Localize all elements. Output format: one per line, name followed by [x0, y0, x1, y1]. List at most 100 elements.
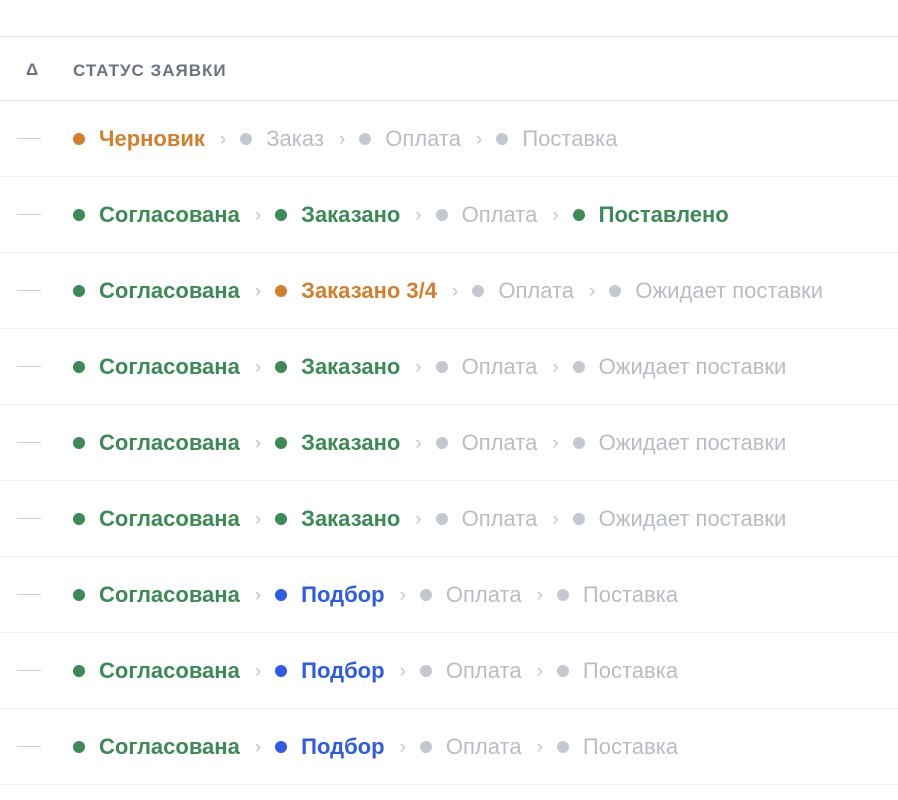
delta-empty-dash — [17, 214, 41, 215]
status-step: Заказано — [275, 432, 400, 454]
status-pipeline: Согласована › Подбор › Оплата › Поставка — [73, 709, 678, 785]
status-step-label: Ожидает поставки — [635, 278, 824, 303]
status-dot-icon — [73, 665, 85, 677]
chevron-right-icon: › — [552, 508, 559, 530]
status-dot-icon — [275, 513, 288, 525]
chevron-right-icon: › — [415, 356, 422, 378]
status-dot-icon — [435, 437, 448, 449]
status-pipeline: Согласована › Заказано › Оплата › Поставлено — [73, 177, 729, 253]
chevron-right-icon: › — [254, 204, 262, 226]
delta-empty-dash — [17, 594, 41, 595]
status-step: Согласована — [73, 508, 240, 530]
status-step: Оплата — [435, 204, 537, 226]
status-dot-icon — [73, 285, 85, 297]
status-dot-icon — [73, 437, 85, 449]
status-step-label: Заказ — [266, 126, 324, 151]
status-step-label: Подбор — [301, 582, 385, 607]
status-step-label: Поставка — [522, 126, 618, 151]
column-header-status[interactable]: СТАТУС ЗАЯВКИ — [73, 61, 227, 81]
chevron-right-icon: › — [254, 432, 262, 454]
status-step: Заказано — [275, 356, 400, 378]
chevron-right-icon: › — [254, 508, 262, 530]
status-dot-icon — [419, 665, 432, 677]
status-dot-icon — [419, 589, 432, 601]
table-row[interactable]: Согласована › Заказано › Оплата › Поставлено — [0, 177, 898, 253]
status-step: Поставка — [496, 128, 617, 150]
delta-empty-dash — [17, 138, 41, 139]
chevron-right-icon: › — [415, 508, 422, 530]
chevron-right-icon: › — [415, 432, 422, 454]
status-step: Согласована — [73, 204, 240, 226]
chevron-right-icon: › — [415, 204, 422, 226]
status-step-label: Согласована — [99, 506, 240, 531]
status-step: Ожидает поставки — [609, 280, 823, 302]
chevron-right-icon: › — [399, 736, 406, 758]
delta-empty-dash — [17, 442, 41, 443]
status-pipeline: Согласована › Заказано 3/4 › Оплата › Ожидает … — [73, 253, 823, 329]
chevron-right-icon: › — [452, 280, 459, 302]
status-dot-icon — [275, 665, 288, 677]
status-step-label: Оплата — [498, 278, 575, 303]
status-step: Подбор — [275, 660, 385, 682]
table-body: Черновик › Заказ › Оплата › Поставка Согласован… — [0, 101, 898, 785]
table-row[interactable]: Согласована › Заказано 3/4 › Оплата › Ожидает … — [0, 253, 898, 329]
status-pipeline: Согласована › Заказано › Оплата › Ожидает пост… — [73, 329, 786, 405]
table-row[interactable]: Согласована › Подбор › Оплата › Поставка — [0, 557, 898, 633]
chevron-right-icon: › — [552, 356, 559, 378]
status-dot-icon — [73, 513, 85, 525]
status-pipeline: Согласована › Заказано › Оплата › Ожидает пост… — [73, 405, 786, 481]
status-step: Согласована — [73, 432, 240, 454]
chevron-right-icon: › — [536, 584, 543, 606]
status-dot-icon — [359, 133, 372, 145]
status-step-label: Заказано — [301, 202, 401, 227]
chevron-right-icon: › — [219, 128, 227, 150]
status-step: Заказано 3/4 — [275, 280, 437, 302]
status-step: Поставка — [556, 660, 678, 682]
delta-empty-dash — [17, 518, 41, 519]
chevron-right-icon: › — [254, 584, 262, 606]
status-step-label: Ожидает поставки — [598, 506, 787, 531]
status-dot-icon — [435, 209, 448, 221]
chevron-right-icon: › — [475, 128, 483, 150]
status-step: Ожидает поставки — [572, 506, 787, 531]
table-row[interactable]: Согласована › Заказано › Оплата › Ожидает пост… — [0, 405, 898, 481]
status-step-label: Согласована — [99, 354, 240, 379]
status-dot-icon — [472, 285, 485, 297]
chevron-right-icon: › — [254, 736, 262, 758]
status-dot-icon — [572, 361, 585, 373]
status-dot-icon — [435, 513, 448, 525]
status-step: Поставка — [556, 736, 678, 758]
status-step: Подбор — [275, 736, 385, 758]
status-step-label: Ожидает поставки — [598, 354, 787, 379]
status-dot-icon — [73, 209, 85, 221]
status-dot-icon — [73, 741, 85, 753]
status-dot-icon — [572, 209, 585, 221]
chevron-right-icon: › — [338, 128, 346, 150]
status-step: Подбор — [275, 582, 385, 607]
status-step-label: Согласована — [99, 430, 240, 455]
table-row[interactable]: Черновик › Заказ › Оплата › Поставка — [0, 101, 898, 177]
status-step: Черновик — [73, 128, 205, 150]
status-step-label: Ожидает поставки — [598, 430, 787, 455]
status-step-label: Заказано — [301, 506, 401, 531]
status-dot-icon — [556, 741, 569, 753]
status-step-label: Поставлено — [598, 202, 729, 227]
status-dot-icon — [73, 133, 85, 145]
status-dot-icon — [435, 361, 448, 373]
chevron-right-icon: › — [552, 432, 559, 454]
column-header-delta[interactable]: Δ — [26, 60, 39, 80]
table-header: Δ СТАТУС ЗАЯВКИ — [0, 37, 898, 101]
table-row[interactable]: Согласована › Заказано › Оплата › Ожидает пост… — [0, 481, 898, 557]
table-row[interactable]: Согласована › Заказано › Оплата › Ожидает пост… — [0, 329, 898, 405]
status-step: Оплата — [435, 432, 537, 454]
status-step: Оплата — [472, 280, 574, 302]
status-step: Оплата — [359, 128, 461, 150]
table-row[interactable]: Согласована › Подбор › Оплата › Поставка — [0, 709, 898, 785]
status-dot-icon — [240, 133, 253, 145]
chevron-right-icon: › — [589, 280, 596, 302]
table-row[interactable]: Согласована › Подбор › Оплата › Поставка — [0, 633, 898, 709]
status-step-label: Оплата — [445, 658, 522, 683]
chevron-right-icon: › — [536, 736, 543, 758]
status-step: Согласована — [73, 736, 240, 758]
status-pipeline: Согласована › Подбор › Оплата › Поставка — [73, 633, 678, 709]
